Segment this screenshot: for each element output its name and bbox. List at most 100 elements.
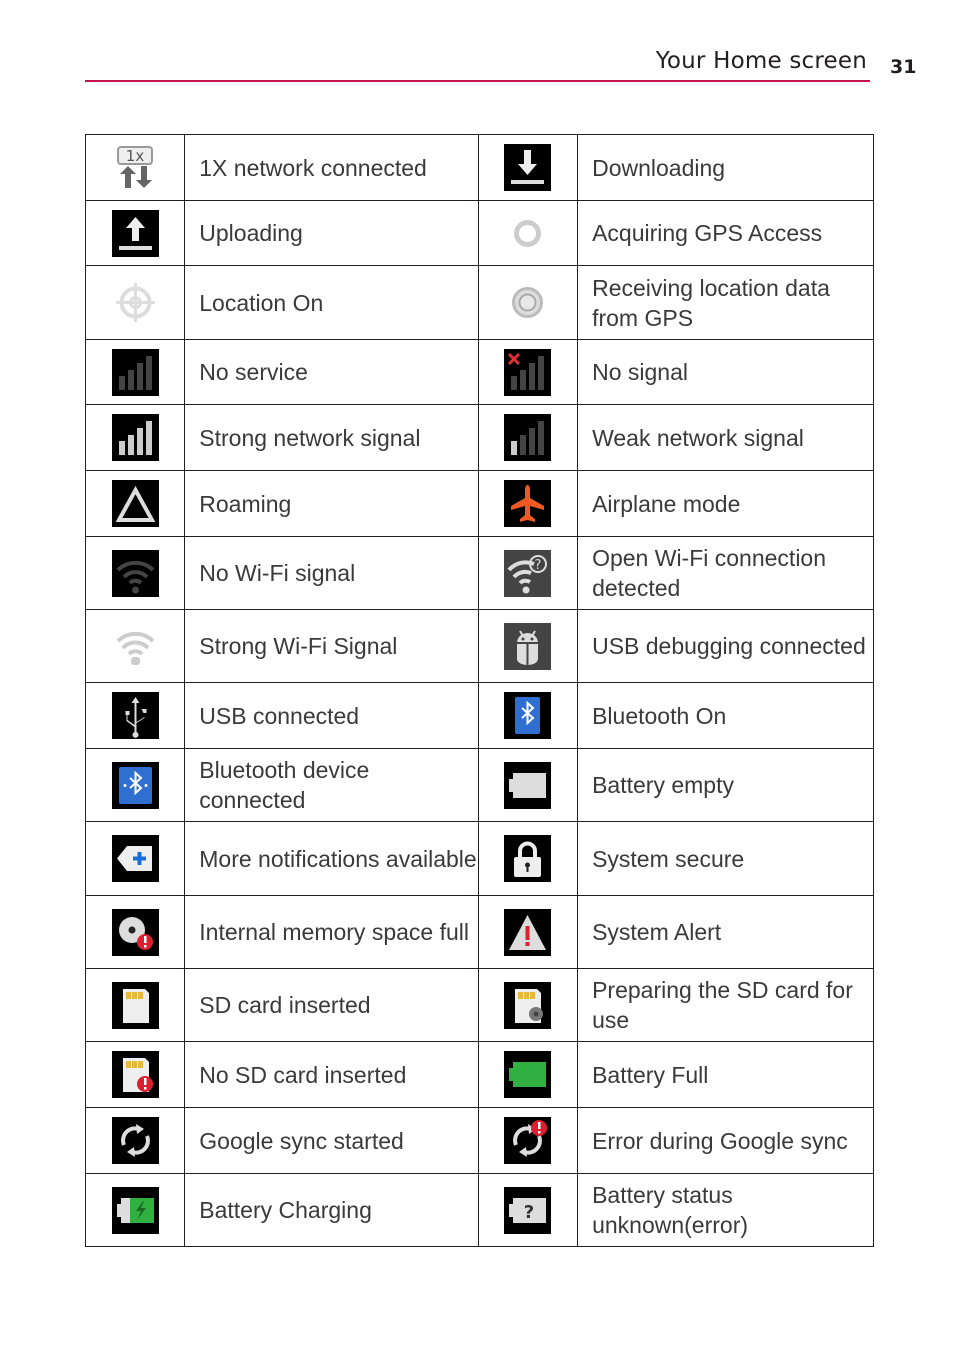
icon-cell	[84, 748, 186, 822]
sd-preparing-icon	[504, 981, 552, 1029]
table-row: SD card inserted Preparing the SD card fo…	[84, 968, 874, 1042]
icon-cell	[477, 470, 579, 537]
no-sd-card-icon	[111, 1051, 159, 1098]
icon-description: Strong Wi-Fi Signal	[184, 609, 479, 683]
icon-description: Error during Google sync	[577, 1107, 874, 1174]
icon-description: Bluetooth device connected	[184, 748, 479, 822]
table-row: Strong network signal Weak network signal	[84, 404, 874, 471]
icon-cell	[477, 682, 579, 749]
icon-description: SD card inserted	[184, 968, 479, 1042]
table-row: Battery Charging? Battery status unknown(…	[84, 1173, 874, 1247]
download-icon	[504, 144, 552, 191]
gps-receiving-icon	[504, 279, 551, 326]
icon-cell: 1x	[84, 134, 186, 201]
icon-description: Weak network signal	[577, 404, 874, 471]
svg-text:?: ?	[524, 1202, 534, 1223]
table-row: Uploading Acquiring GPS Access	[84, 200, 874, 266]
icon-description: Downloading	[577, 134, 874, 201]
icon-description: Google sync started	[184, 1107, 479, 1174]
icon-cell	[84, 682, 186, 749]
more-notifications-icon	[111, 835, 159, 882]
table-row: Bluetooth device connected Battery empty	[84, 748, 874, 822]
icon-description: 1X network connected	[184, 134, 479, 201]
table-row: Roaming Airplane mode	[84, 470, 874, 537]
table-row: No Wi-Fi signal? Open Wi-Fi connection de…	[84, 536, 874, 610]
icon-cell	[84, 404, 186, 471]
icon-cell	[477, 200, 579, 266]
icon-description: Strong network signal	[184, 404, 479, 471]
icon-cell	[84, 1173, 186, 1247]
no-service-icon	[111, 348, 159, 396]
strong-signal-icon	[111, 414, 159, 461]
icon-description: Battery empty	[577, 748, 874, 822]
svg-text:?: ?	[535, 558, 542, 573]
alert-icon	[504, 908, 552, 956]
icon-description: Acquiring GPS Access	[577, 200, 874, 266]
icon-description: Bluetooth On	[577, 682, 874, 749]
no-signal-icon	[504, 348, 552, 396]
icon-description: Uploading	[184, 200, 479, 266]
icon-description: USB connected	[184, 682, 479, 749]
icon-description: Internal memory space full	[184, 895, 479, 969]
table-row: Strong Wi-Fi Signal USB debugging connect…	[84, 609, 874, 683]
icon-description: Battery Full	[577, 1041, 874, 1108]
bluetooth-connected-icon	[111, 761, 159, 809]
icon-cell	[477, 1041, 579, 1108]
battery-full-icon	[504, 1051, 552, 1098]
icon-cell	[477, 404, 579, 471]
table-row: 1x 1X network connected Downloading	[84, 134, 874, 201]
icon-cell	[84, 536, 186, 610]
icon-cell	[84, 1041, 186, 1108]
location-on-icon	[112, 279, 159, 326]
table-row: Internal memory space full System Alert	[84, 895, 874, 969]
icon-description: Roaming	[184, 470, 479, 537]
upload-icon	[111, 209, 159, 257]
icon-cell	[84, 1107, 186, 1174]
lock-icon	[504, 835, 552, 882]
icon-description: Battery Charging	[184, 1173, 479, 1247]
icon-description: Preparing the SD card for use	[577, 968, 874, 1042]
icon-cell	[477, 1107, 579, 1174]
table-row: Google sync started Error during Google s…	[84, 1107, 874, 1174]
icon-cell	[477, 265, 579, 340]
table-row: No service No signal	[84, 339, 874, 405]
icon-cell	[477, 821, 579, 896]
icon-description: Location On	[184, 265, 479, 340]
table-row: USB connected Bluetooth On	[84, 682, 874, 749]
icon-cell	[84, 200, 186, 266]
airplane-icon	[504, 480, 552, 527]
icon-cell	[84, 470, 186, 537]
icon-description: Battery status unknown(error)	[577, 1173, 874, 1247]
icon-description: USB debugging connected	[577, 609, 874, 683]
header-divider	[85, 80, 870, 82]
icon-description: No Wi-Fi signal	[184, 536, 479, 610]
icon-description: No service	[184, 339, 479, 405]
icon-cell	[84, 265, 186, 340]
sd-card-icon	[111, 981, 159, 1029]
icon-cell: ?	[477, 536, 579, 610]
page-section-title: Your Home screen	[655, 48, 867, 74]
wifi-none-icon	[111, 549, 159, 597]
icon-description: System Alert	[577, 895, 874, 969]
usb-debug-icon	[504, 622, 552, 670]
battery-charging-icon	[111, 1186, 159, 1234]
icon-description: No SD card inserted	[184, 1041, 479, 1108]
gps-acquiring-icon	[504, 210, 551, 257]
icon-cell	[477, 748, 579, 822]
sync-error-icon	[504, 1117, 552, 1164]
roaming-icon	[111, 480, 159, 527]
status-icons-table: 1x 1X network connected Downloading Uploadi…	[84, 134, 874, 1247]
icon-cell	[84, 895, 186, 969]
icon-description: No signal	[577, 339, 874, 405]
battery-empty-icon	[504, 761, 552, 809]
icon-cell	[84, 339, 186, 405]
page-number: 31	[890, 56, 917, 78]
icon-cell	[84, 968, 186, 1042]
table-row: No SD card inserted Battery Full	[84, 1041, 874, 1108]
wifi-strong-icon	[112, 623, 159, 670]
icon-cell	[477, 968, 579, 1042]
icon-cell	[84, 609, 186, 683]
wifi-open-icon: ?	[504, 549, 552, 597]
1x-network-icon: 1x	[112, 144, 159, 191]
battery-unknown-icon: ?	[504, 1186, 552, 1234]
